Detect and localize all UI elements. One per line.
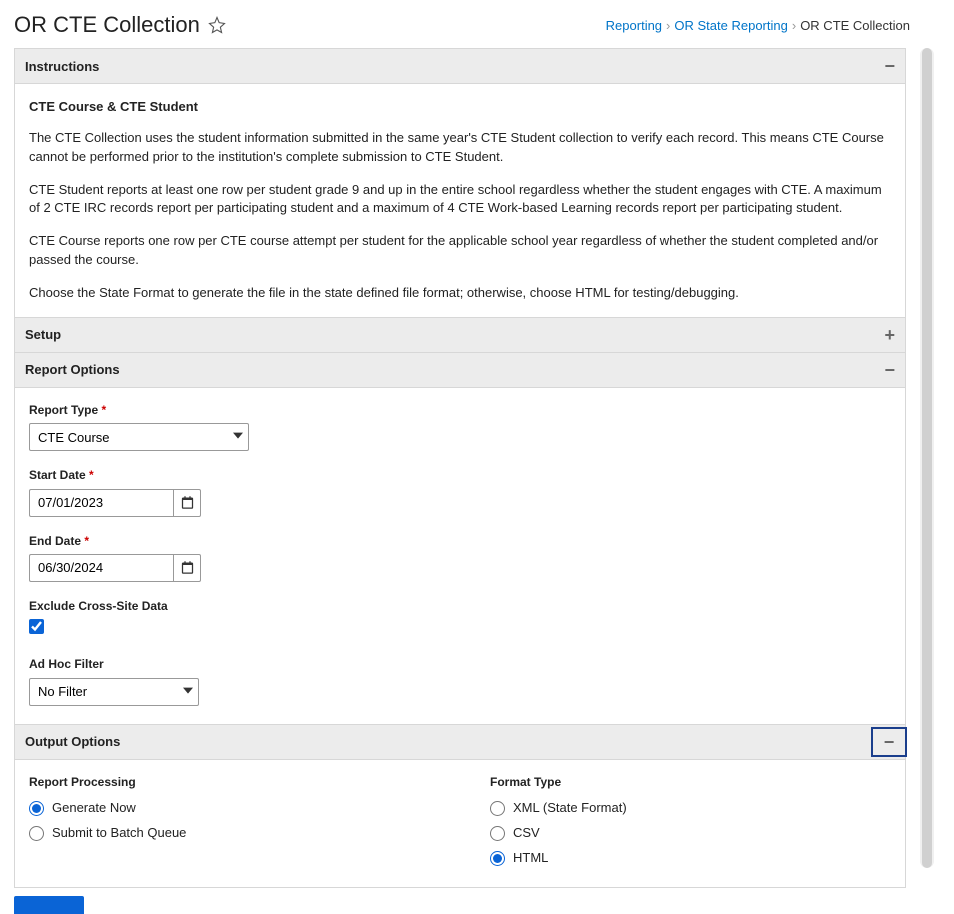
calendar-icon bbox=[180, 560, 195, 575]
setup-panel: Setup + bbox=[14, 318, 906, 353]
instructions-p3: CTE Course reports one row per CTE cours… bbox=[29, 232, 891, 270]
format-csv-label: CSV bbox=[513, 824, 540, 843]
collapse-icon: − bbox=[884, 57, 895, 75]
start-date-calendar-button[interactable] bbox=[173, 489, 201, 517]
output-options-panel-title: Output Options bbox=[25, 734, 120, 749]
format-csv-radio[interactable] bbox=[490, 826, 505, 841]
chevron-right-icon: › bbox=[792, 18, 796, 33]
generate-now-label: Generate Now bbox=[52, 799, 136, 818]
page-header: OR CTE Collection Reporting › OR State R… bbox=[0, 0, 920, 48]
submit-batch-radio[interactable] bbox=[29, 826, 44, 841]
instructions-panel-header[interactable]: Instructions − bbox=[15, 49, 905, 84]
format-type-label: Format Type bbox=[490, 774, 891, 791]
output-options-panel: Output Options − Report Processing Gener… bbox=[14, 725, 906, 889]
adhoc-filter-label: Ad Hoc Filter bbox=[29, 656, 891, 673]
report-options-panel-title: Report Options bbox=[25, 362, 120, 377]
chevron-right-icon: › bbox=[666, 18, 670, 33]
instructions-subheading: CTE Course & CTE Student bbox=[29, 98, 891, 117]
end-date-label: End Date * bbox=[29, 533, 891, 550]
output-options-panel-header[interactable]: Output Options − bbox=[15, 725, 905, 760]
report-type-select[interactable]: CTE Course bbox=[29, 423, 249, 451]
format-xml-label: XML (State Format) bbox=[513, 799, 627, 818]
end-date-calendar-button[interactable] bbox=[173, 554, 201, 582]
generate-now-radio[interactable] bbox=[29, 801, 44, 816]
adhoc-filter-select[interactable]: No Filter bbox=[29, 678, 199, 706]
scrollbar[interactable] bbox=[920, 48, 934, 868]
format-xml-radio[interactable] bbox=[490, 801, 505, 816]
report-processing-label: Report Processing bbox=[29, 774, 430, 791]
report-options-panel-header[interactable]: Report Options − bbox=[15, 353, 905, 388]
instructions-p4: Choose the State Format to generate the … bbox=[29, 284, 891, 303]
end-date-input[interactable] bbox=[29, 554, 173, 582]
favorite-star-icon[interactable] bbox=[208, 16, 226, 34]
scrollbar-thumb[interactable] bbox=[922, 48, 932, 868]
format-html-radio[interactable] bbox=[490, 851, 505, 866]
instructions-p1: The CTE Collection uses the student info… bbox=[29, 129, 891, 167]
primary-action-button[interactable] bbox=[14, 896, 84, 914]
instructions-panel-title: Instructions bbox=[25, 59, 99, 74]
page-title: OR CTE Collection bbox=[14, 12, 200, 38]
instructions-p2: CTE Student reports at least one row per… bbox=[29, 181, 891, 219]
instructions-panel: Instructions − CTE Course & CTE Student … bbox=[14, 48, 906, 318]
calendar-icon bbox=[180, 495, 195, 510]
start-date-input[interactable] bbox=[29, 489, 173, 517]
setup-panel-header[interactable]: Setup + bbox=[15, 318, 905, 352]
exclude-cross-site-checkbox[interactable] bbox=[29, 619, 44, 634]
breadcrumb: Reporting › OR State Reporting › OR CTE … bbox=[606, 18, 910, 33]
format-html-label: HTML bbox=[513, 849, 548, 868]
submit-batch-label: Submit to Batch Queue bbox=[52, 824, 186, 843]
report-type-label: Report Type * bbox=[29, 402, 891, 419]
setup-panel-title: Setup bbox=[25, 327, 61, 342]
breadcrumb-link-reporting[interactable]: Reporting bbox=[606, 18, 662, 33]
breadcrumb-current: OR CTE Collection bbox=[800, 18, 910, 33]
expand-icon: + bbox=[884, 326, 895, 344]
collapse-icon: − bbox=[871, 727, 907, 757]
exclude-cross-site-label: Exclude Cross-Site Data bbox=[29, 598, 891, 615]
collapse-icon: − bbox=[884, 361, 895, 379]
breadcrumb-link-state-reporting[interactable]: OR State Reporting bbox=[674, 18, 787, 33]
start-date-label: Start Date * bbox=[29, 467, 891, 484]
report-options-panel: Report Options − Report Type * CTE Cours… bbox=[14, 353, 906, 725]
